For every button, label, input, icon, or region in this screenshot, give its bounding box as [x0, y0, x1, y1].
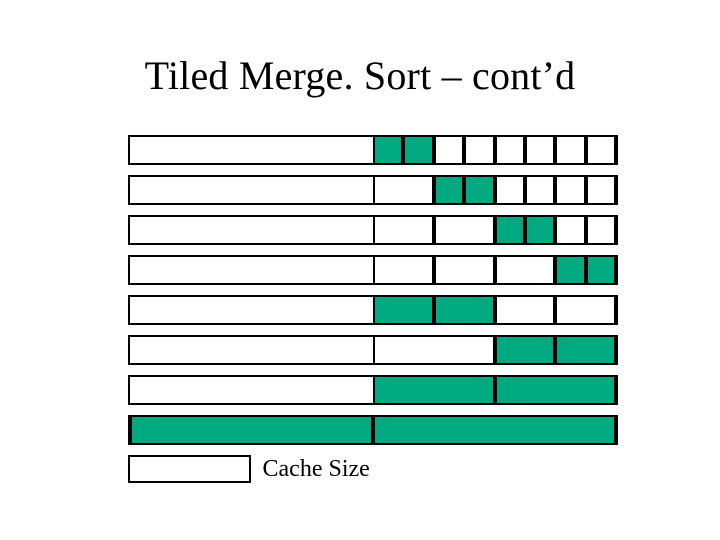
divider-cell [586, 217, 616, 243]
divider-cell [525, 177, 555, 203]
center-divider [373, 417, 375, 443]
divider-cell [495, 177, 525, 203]
divider-cell [434, 137, 464, 163]
filled-cell [586, 257, 616, 283]
mergesort-diagram: Cache Size [128, 135, 618, 483]
cache-size-box [128, 455, 251, 483]
divider-cell [495, 297, 556, 323]
diagram-row [128, 415, 618, 445]
divider-cell [464, 137, 494, 163]
filled-cell [495, 337, 556, 363]
filled-cell [373, 297, 434, 323]
divider-cell [373, 337, 495, 363]
filled-cell [434, 177, 464, 203]
divider-cell [525, 137, 555, 163]
diagram-row [128, 135, 618, 165]
divider-cell [555, 217, 585, 243]
filled-cell [464, 177, 494, 203]
filled-cell [130, 417, 373, 443]
filled-cell [373, 377, 495, 403]
divider-cell [495, 137, 525, 163]
diagram-row [128, 255, 618, 285]
divider-cell [373, 257, 434, 283]
divider-cell [434, 257, 495, 283]
filled-cell [403, 137, 433, 163]
divider-cell [555, 177, 585, 203]
filled-cell [495, 217, 525, 243]
filled-cell [495, 377, 617, 403]
divider-cell [434, 217, 495, 243]
filled-cell [373, 137, 403, 163]
slide-title: Tiled Merge. Sort – cont’d [0, 52, 720, 99]
filled-cell [525, 217, 555, 243]
filled-cell [434, 297, 495, 323]
divider-cell [373, 217, 434, 243]
diagram-row [128, 295, 618, 325]
filled-cell [373, 417, 616, 443]
diagram-row [128, 215, 618, 245]
cache-size-legend: Cache Size [128, 455, 618, 483]
divider-cell [495, 257, 556, 283]
diagram-row [128, 375, 618, 405]
divider-cell [555, 297, 616, 323]
divider-cell [555, 137, 585, 163]
cache-size-label: Cache Size [263, 456, 370, 483]
filled-cell [555, 257, 585, 283]
center-divider [373, 377, 375, 403]
filled-cell [555, 337, 616, 363]
divider-cell [586, 177, 616, 203]
center-divider [373, 337, 375, 363]
divider-cell [373, 177, 434, 203]
diagram-row [128, 335, 618, 365]
divider-cell [586, 137, 616, 163]
diagram-row [128, 175, 618, 205]
